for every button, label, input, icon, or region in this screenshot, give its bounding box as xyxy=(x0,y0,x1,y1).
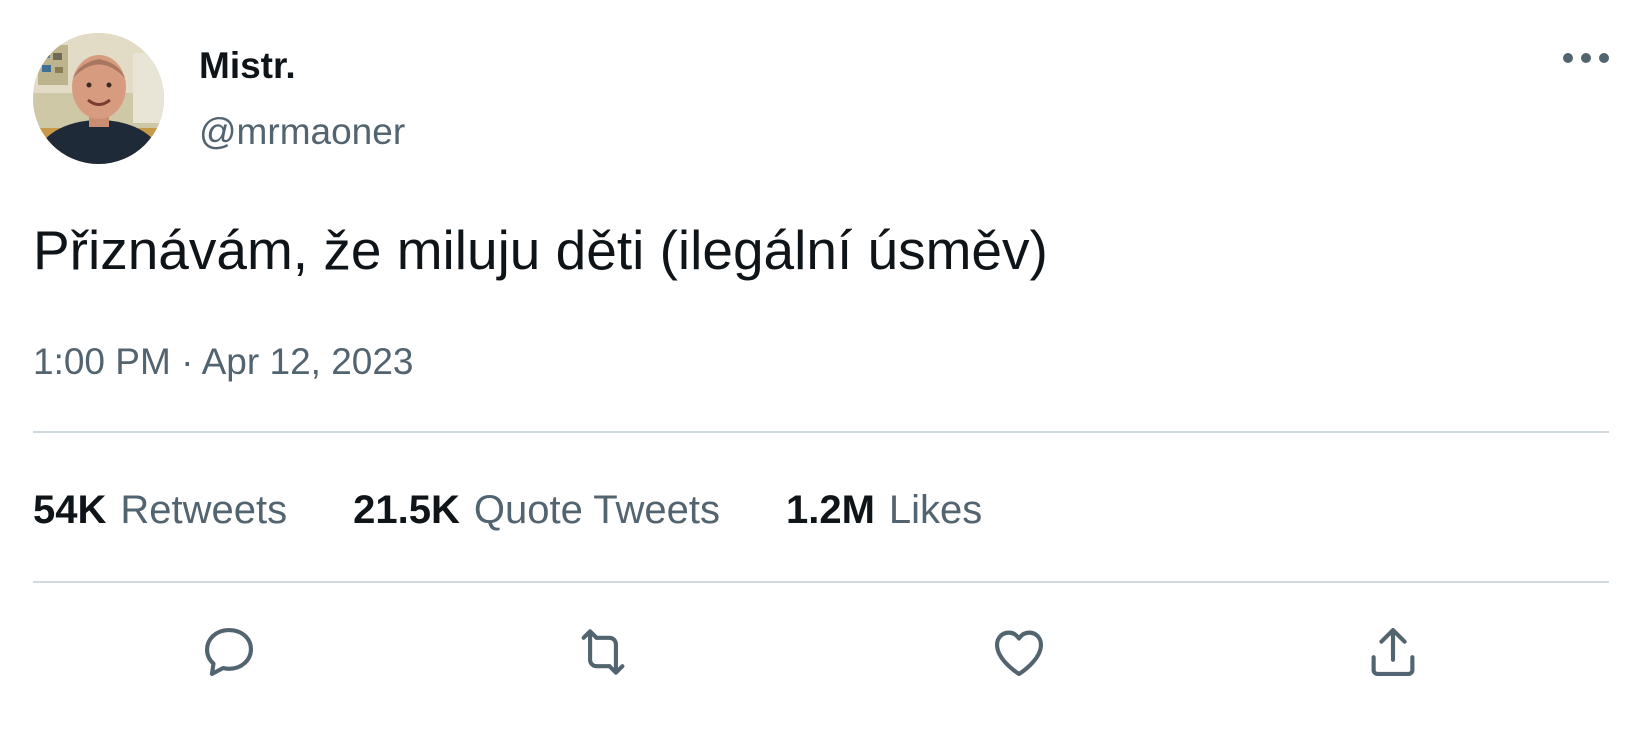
reply-button[interactable] xyxy=(197,620,261,684)
divider xyxy=(33,581,1609,583)
share-button[interactable] xyxy=(1361,620,1425,684)
engagement-stats: 54K Retweets 21.5K Quote Tweets 1.2M Lik… xyxy=(33,488,1048,532)
reply-icon xyxy=(204,627,254,677)
profile-photo-icon xyxy=(33,33,164,164)
user-handle[interactable]: @mrmaoner xyxy=(199,110,405,154)
quote-tweets-count: 21.5K xyxy=(353,488,460,532)
likes-label: Likes xyxy=(888,488,983,532)
like-icon xyxy=(994,630,1044,677)
retweet-icon xyxy=(581,629,625,675)
quote-tweets-label: Quote Tweets xyxy=(473,488,720,532)
share-icon xyxy=(1371,627,1415,677)
more-options-button[interactable] xyxy=(1556,40,1616,80)
display-name[interactable]: Mistr. xyxy=(199,44,296,88)
retweets-count: 54K xyxy=(33,488,107,532)
retweets-stat[interactable]: 54K Retweets xyxy=(33,488,287,533)
tweet-timestamp[interactable]: 1:00 PM · Apr 12, 2023 xyxy=(33,340,414,384)
more-options-icon xyxy=(1563,53,1609,63)
tweet-text: Přiznávám, že miluju děti (ilegální úsmě… xyxy=(33,219,1048,281)
retweets-label: Retweets xyxy=(120,488,288,532)
like-button[interactable] xyxy=(987,620,1051,684)
avatar[interactable] xyxy=(33,33,164,164)
divider xyxy=(33,431,1609,433)
tweet-detail: Mistr. @mrmaoner Přiznávám, že miluju dě… xyxy=(0,0,1641,750)
likes-count: 1.2M xyxy=(785,488,875,532)
quote-tweets-stat[interactable]: 21.5K Quote Tweets xyxy=(353,488,720,533)
likes-stat[interactable]: 1.2M Likes xyxy=(786,488,982,533)
retweet-button[interactable] xyxy=(571,620,635,684)
